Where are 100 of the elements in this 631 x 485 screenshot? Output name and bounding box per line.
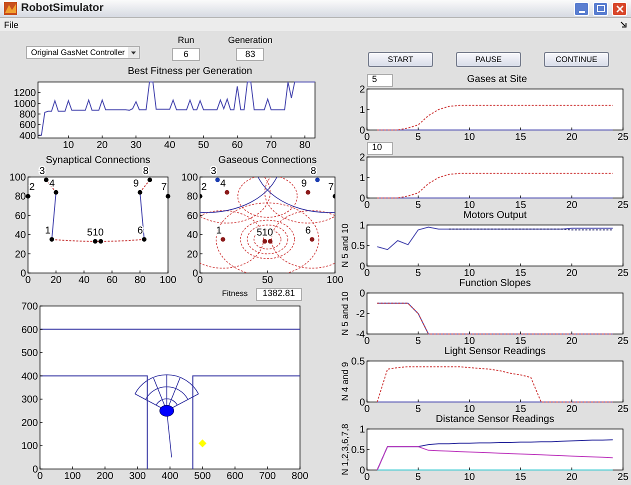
tick-label: 0 [359, 194, 365, 204]
tick-mark [200, 253, 203, 254]
controller-dropdown[interactable]: Original GasNet Controller [26, 46, 140, 59]
tick-label: 0.5 [351, 445, 365, 456]
text-field[interactable]: 1382.81 [256, 288, 302, 300]
tick-label: 80 [299, 140, 310, 151]
close-button[interactable] [612, 2, 627, 16]
tick-label: 25 [617, 132, 629, 143]
tick-label: 40 [78, 275, 90, 286]
tick-label: 15 [515, 472, 526, 483]
network-node [142, 237, 146, 242]
field-label: Fitness [222, 288, 248, 300]
tick-label: 600 [19, 120, 36, 132]
text-field[interactable]: 10 [367, 142, 393, 154]
tick-mark [366, 313, 370, 314]
tick-mark [418, 195, 419, 198]
tick-label: 0 [364, 404, 370, 415]
tick-label: 0 [359, 398, 365, 408]
node-label: 8 [143, 166, 149, 177]
tick-label: 10 [464, 200, 475, 211]
tick-label: -2 [356, 309, 365, 320]
dock-arrow-icon[interactable] [620, 21, 627, 28]
text-field[interactable]: 5 [367, 74, 393, 86]
tick-label: 800 [292, 471, 308, 482]
tick-mark [200, 176, 203, 178]
tick-mark [366, 360, 370, 362]
network-node [200, 194, 202, 198]
tick-mark [28, 176, 31, 178]
node-label: 7 [328, 182, 334, 194]
chart-title: Light Sensor Readings [444, 346, 546, 357]
tick-mark [40, 398, 43, 400]
network-node [215, 178, 220, 182]
tick-mark [40, 328, 43, 330]
tick-mark [203, 135, 204, 138]
tick-mark [38, 102, 41, 104]
tick-label: 1200 [14, 88, 36, 100]
tick-mark [418, 263, 419, 266]
tick-label: 15 [515, 132, 526, 143]
network-node [306, 190, 310, 195]
tick-label: 1 [359, 220, 365, 232]
window-title: RobotSimulator [21, 1, 104, 16]
text-field[interactable]: 6 [172, 48, 200, 61]
tick-mark [571, 467, 572, 470]
tick-label: 60 [186, 210, 198, 222]
menu-item[interactable]: File [4, 18, 19, 30]
tick-mark [102, 135, 103, 138]
tick-mark [469, 331, 470, 334]
tick-label: 400 [19, 130, 36, 142]
tick-label: 0 [364, 268, 370, 279]
maximize-button[interactable] [593, 2, 608, 16]
tick-label: 70 [266, 140, 277, 151]
tick-label: 1 [359, 173, 365, 184]
tick-mark [520, 195, 521, 198]
tick-mark [334, 270, 336, 274]
tick-label: 0 [197, 275, 203, 286]
node-label: 3 [39, 166, 45, 177]
tick-mark [366, 428, 370, 430]
axis-label: N 5 and 10 [340, 291, 350, 336]
tick-mark [418, 399, 419, 402]
tick-label: 700 [259, 471, 276, 482]
tick-label: 25 [617, 404, 629, 415]
tick-label: 20 [186, 249, 198, 260]
tick-mark [622, 263, 624, 266]
tick-label: 0 [25, 275, 31, 286]
tick-label: 5 [415, 200, 421, 211]
tick-mark [622, 195, 624, 198]
chart-title: Gases at Site [466, 74, 528, 85]
tick-mark [520, 331, 521, 334]
tick-label: 0 [32, 464, 38, 476]
tick-label: 400 [21, 371, 38, 382]
tick-mark [418, 467, 419, 470]
tick-label: 40 [186, 230, 198, 242]
tick-label: 100 [64, 471, 81, 482]
tick-label: 0 [37, 471, 43, 482]
control-button[interactable]: PAUSE [456, 52, 521, 67]
chart-title: Gaseous Connections [218, 155, 317, 166]
tick-label: 600 [21, 324, 38, 336]
maximize-icon [596, 5, 604, 12]
tick-label: 80 [14, 192, 26, 203]
control-button[interactable]: CONTINUE [544, 52, 609, 67]
control-button[interactable]: START [368, 52, 433, 67]
tick-mark [469, 263, 470, 266]
tick-mark [366, 88, 370, 90]
node-label: 4 [49, 178, 55, 190]
node-label: 7 [161, 182, 167, 194]
minimize-button[interactable] [574, 2, 589, 16]
tick-label: 60 [14, 210, 26, 222]
tick-mark [520, 399, 521, 402]
tick-label: 500 [21, 348, 38, 360]
tick-mark [571, 127, 572, 130]
tick-label: 20 [50, 275, 62, 286]
tick-mark [366, 292, 370, 294]
tick-label: 0 [364, 472, 370, 483]
text-field[interactable]: 83 [236, 48, 264, 61]
tick-mark [68, 135, 69, 138]
tick-label: 50 [198, 140, 210, 151]
tick-label: 0 [20, 268, 26, 280]
tick-mark [366, 449, 370, 450]
tick-label: 20 [566, 472, 578, 483]
node-label: 2 [201, 182, 207, 194]
